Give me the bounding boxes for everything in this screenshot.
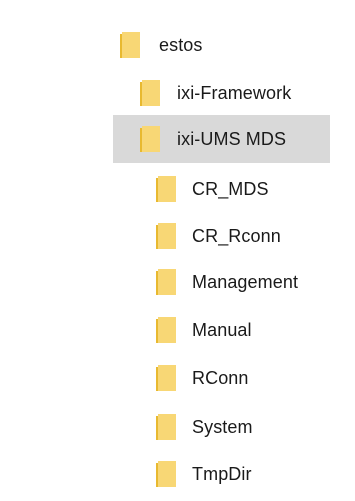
tree-item-label: RConn [192,368,249,388]
folder-tree: estos ixi-Framework ixi-UMS MDS CR_MDS C… [0,0,355,501]
tree-item-estos[interactable]: estos [0,21,355,69]
tree-item-label: System [192,417,253,437]
tree-item-tmpdir[interactable]: TmpDir [0,450,355,498]
tree-item-label: estos [159,35,203,55]
tree-item-system[interactable]: System [0,403,355,451]
folder-icon [155,175,177,203]
folder-icon [155,413,177,441]
tree-item-label: Manual [192,320,252,340]
tree-item-management[interactable]: Management [0,258,355,306]
folder-icon [139,125,161,153]
tree-item-ixi-framework[interactable]: ixi-Framework [0,69,355,117]
folder-icon [155,460,177,488]
tree-item-cr-rconn[interactable]: CR_Rconn [0,212,355,260]
tree-item-manual[interactable]: Manual [0,306,355,354]
tree-item-label: Management [192,272,299,292]
tree-item-label: ixi-Framework [177,83,292,103]
folder-icon [155,222,177,250]
tree-item-label: CR_MDS [192,179,269,199]
tree-item-rconn[interactable]: RConn [0,354,355,402]
tree-item-label: ixi-UMS MDS [177,129,287,149]
tree-item-cr-mds[interactable]: CR_MDS [0,165,355,213]
folder-icon [155,364,177,392]
tree-item-label: CR_Rconn [192,226,281,246]
tree-item-label: TmpDir [192,464,252,484]
tree-item-ixi-ums-mds[interactable]: ixi-UMS MDS [0,115,355,163]
folder-icon [139,79,161,107]
folder-icon [155,316,177,344]
folder-icon [155,268,177,296]
folder-icon [119,31,141,59]
